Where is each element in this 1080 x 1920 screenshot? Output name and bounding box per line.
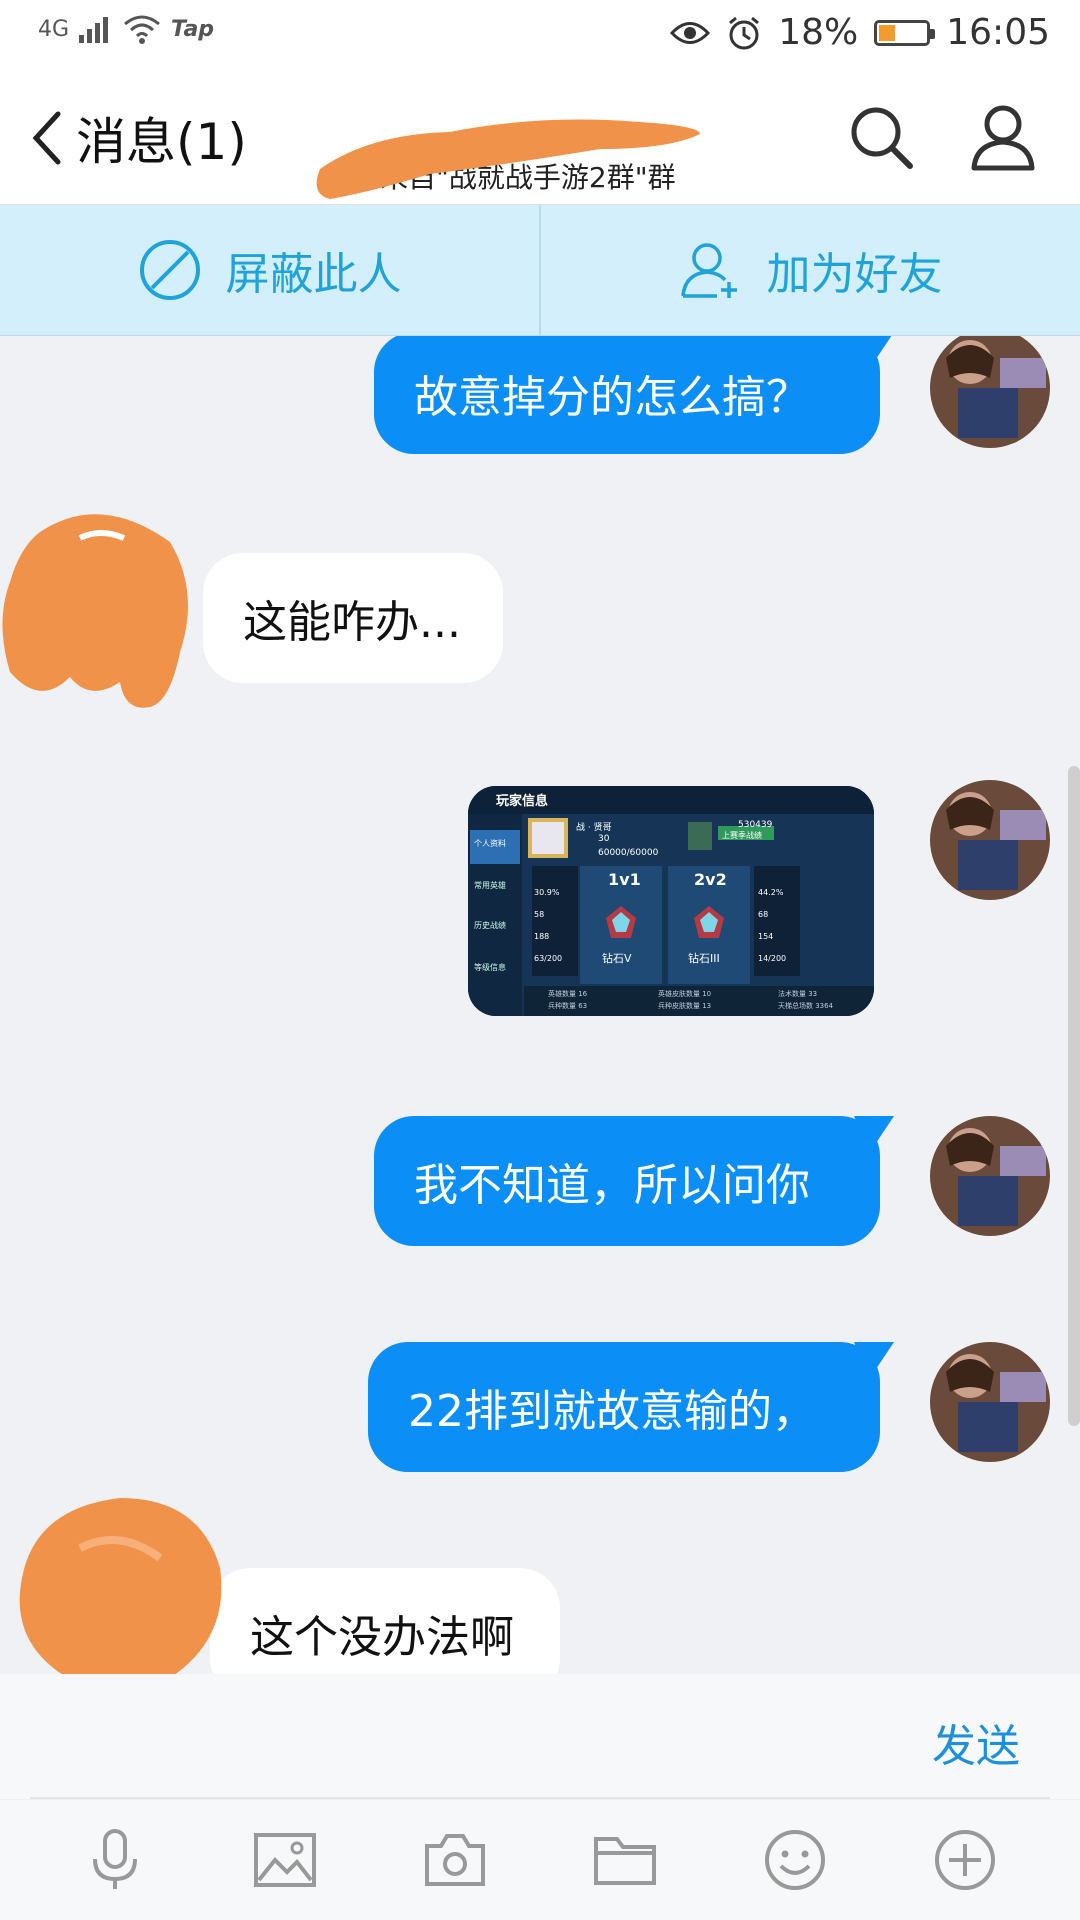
game-player-exp: 60000/60000 — [598, 848, 659, 858]
game-mode-2v2: 2v2 — [694, 870, 727, 889]
message-bubble-me[interactable]: 我不知道，所以问你 — [374, 1116, 880, 1246]
block-icon — [139, 240, 200, 300]
stat-line: 法术数量 33 — [778, 990, 818, 998]
avatar-me[interactable] — [930, 1116, 1050, 1236]
redaction-mark — [316, 119, 700, 199]
block-user-label: 屏蔽此人 — [225, 249, 402, 300]
game-mode-1v1: 1v1 — [608, 870, 641, 889]
stat-value: 68 — [758, 910, 769, 919]
message-bubble-me[interactable]: 故意掉分的怎么搞？ — [374, 336, 880, 454]
game-left-stats: 30.9% 58 188 63/200 — [534, 882, 562, 970]
stat-line: 兵种皮肤数量 13 — [658, 1002, 712, 1010]
message-bubble-me[interactable]: 22排到就故意输的， — [368, 1342, 880, 1472]
scrollbar[interactable] — [1068, 766, 1080, 1426]
status-bar: 4G Tap 18% 16:05 — [0, 0, 1080, 72]
game-player-level: 30 — [598, 834, 610, 844]
game-menu-item: 等级信息 — [474, 963, 506, 972]
network-type: 4G — [38, 16, 70, 42]
page-title: 消息(1) — [76, 113, 247, 171]
avatar-redacted[interactable] — [0, 502, 200, 712]
stat-line: 英雄皮肤数量 10 — [658, 990, 712, 998]
status-right: 18% 16:05 — [670, 12, 1050, 53]
signal-icon — [79, 17, 109, 43]
avatar-me[interactable] — [930, 1342, 1050, 1462]
game-bottom-mid: 英雄皮肤数量 10 兵种皮肤数量 13 — [658, 988, 711, 1012]
avatar-image — [930, 780, 1050, 900]
game-stats-image[interactable]: 玩家信息 个人资料 常用英雄 历史战绩 等级信息 战 · 贤哥 30 60000… — [468, 786, 874, 1016]
add-friend-label: 加为好友 — [766, 249, 943, 300]
message-bubble-them[interactable]: 这个没办法啊 — [210, 1568, 560, 1674]
stranger-action-bar: 屏蔽此人 加为好友 — [0, 205, 1080, 336]
alarm-icon — [729, 16, 760, 49]
battery-percent: 18% — [778, 12, 859, 53]
game-player-name: 战 · 贤哥 — [576, 823, 612, 833]
message-input-area[interactable]: 发送 — [0, 1674, 1080, 1799]
game-season-button: 上赛季战绩 — [722, 831, 762, 840]
game-rank-2v2: 钻石III — [688, 952, 720, 965]
emoji-icon[interactable] — [760, 1825, 830, 1895]
microphone-icon[interactable] — [80, 1825, 150, 1895]
avatar-image — [930, 336, 1050, 448]
game-player-id: 530439 — [738, 820, 773, 830]
message-text: 这能咋办... — [243, 597, 461, 648]
stat-value: 188 — [534, 932, 550, 941]
stat-value: 44.2% — [758, 888, 784, 897]
game-bottom-right: 法术数量 33 天梯总场数 3364 — [778, 988, 833, 1012]
stat-value: 30.9% — [534, 888, 560, 897]
avatar-image — [930, 1342, 1050, 1462]
stat-value: 14/200 — [758, 954, 787, 963]
message-bubble-them[interactable]: 这能咋办... — [203, 553, 503, 683]
stat-value: 154 — [758, 932, 774, 941]
game-stats-graphic — [468, 786, 874, 1016]
avatar-image — [930, 1116, 1050, 1236]
message-text: 这个没办法啊 — [250, 1612, 514, 1663]
input-underline — [30, 1797, 1050, 1799]
avatar-me[interactable] — [930, 780, 1050, 900]
chat-scroll-area[interactable]: 故意掉分的怎么搞？ 这能咋办... 玩家信息 个人资料 常用英雄 历史战绩 等级… — [0, 336, 1080, 1674]
stat-line: 兵种数量 63 — [548, 1002, 588, 1010]
profile-icon[interactable] — [968, 102, 1038, 172]
game-menu-item: 常用英雄 — [474, 881, 506, 890]
battery-icon — [874, 19, 936, 46]
folder-icon[interactable] — [590, 1825, 660, 1895]
stat-value: 58 — [534, 910, 545, 919]
message-text: 22排到就故意输的， — [408, 1386, 816, 1437]
message-text: 故意掉分的怎么搞？ — [414, 372, 810, 423]
nav-bar: 消息(1) 来自"战就战手游2群"群 — [0, 72, 1080, 205]
image-icon[interactable] — [250, 1825, 320, 1895]
game-menu-item: 历史战绩 — [474, 921, 506, 930]
send-button[interactable]: 发送 — [932, 1710, 1020, 1774]
chevron-left-icon — [32, 111, 61, 165]
avatar-redacted[interactable] — [10, 1488, 230, 1674]
game-card-header: 玩家信息 — [496, 794, 549, 809]
clock: 16:05 — [946, 12, 1050, 53]
status-left: 4G Tap — [38, 14, 214, 44]
avatar-me[interactable] — [930, 336, 1050, 448]
stat-line: 天梯总场数 3364 — [778, 1002, 834, 1010]
stat-line: 英雄数量 16 — [548, 990, 588, 998]
search-icon[interactable] — [846, 102, 916, 172]
back-button[interactable]: 消息(1) — [30, 102, 247, 174]
stat-value: 63/200 — [534, 954, 563, 963]
input-toolbar — [0, 1800, 1080, 1920]
add-friend-button[interactable]: 加为好友 — [539, 205, 1080, 335]
carrier-label: Tap — [171, 16, 215, 42]
game-bottom-left: 英雄数量 16 兵种数量 63 — [548, 988, 587, 1012]
plus-icon[interactable] — [930, 1825, 1000, 1895]
wifi-icon — [124, 15, 160, 44]
camera-icon[interactable] — [420, 1825, 490, 1895]
message-text: 我不知道，所以问你 — [414, 1160, 810, 1211]
eye-icon — [670, 21, 711, 44]
game-right-stats: 44.2% 68 154 14/200 — [758, 882, 786, 970]
game-menu-item: 个人资料 — [474, 839, 506, 848]
game-rank-1v1: 钻石V — [602, 952, 632, 965]
block-user-button[interactable]: 屏蔽此人 — [0, 205, 539, 335]
add-friend-icon — [680, 243, 737, 298]
